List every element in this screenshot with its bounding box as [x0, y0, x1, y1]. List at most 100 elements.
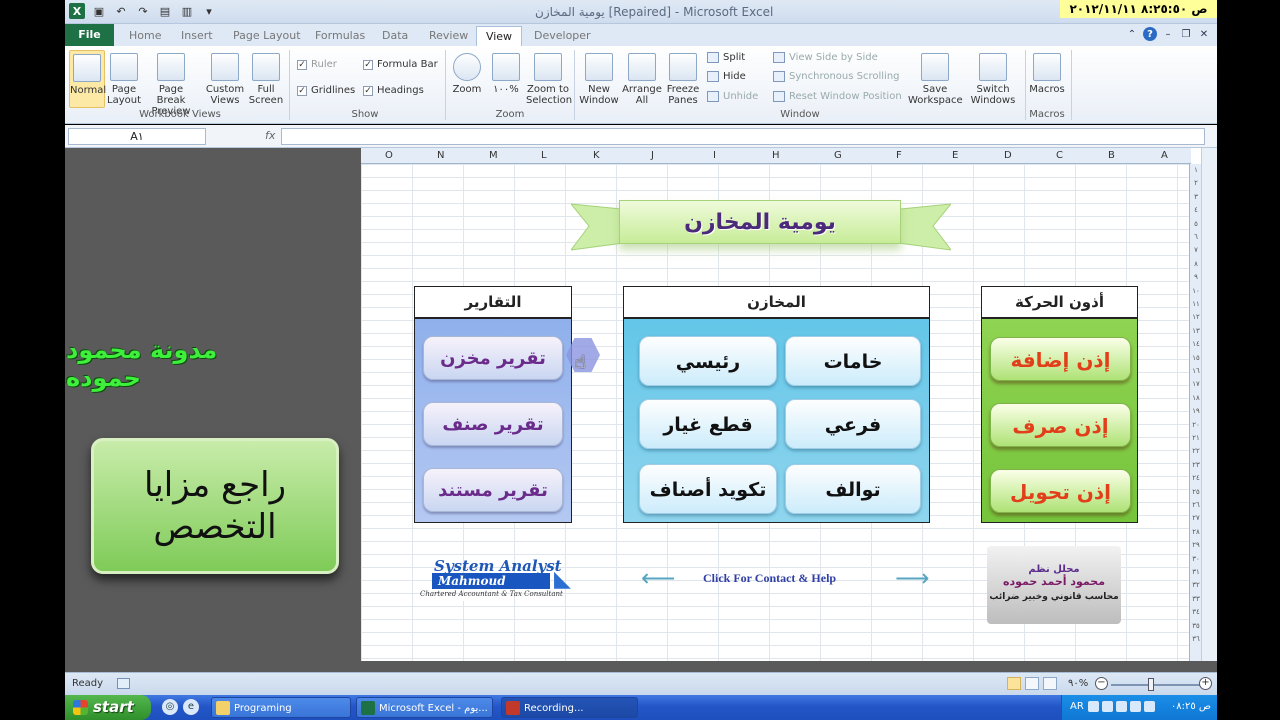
tab-developer[interactable]: Developer	[528, 26, 597, 46]
fx-icon[interactable]: fx	[265, 129, 275, 142]
quicklaunch-browser-icon[interactable]: e	[183, 699, 199, 715]
printer-icon[interactable]	[1130, 701, 1141, 712]
tab-review[interactable]: Review	[423, 26, 474, 46]
window-restore-icon[interactable]: ❐	[1179, 27, 1193, 41]
tab-formulas[interactable]: Formulas	[309, 26, 371, 46]
addition-permit-button[interactable]: إذن إضافة	[990, 337, 1131, 381]
hide-button[interactable]: Hide	[707, 71, 746, 82]
save-icon[interactable]: ▣	[91, 3, 107, 19]
taskbar-item-excel[interactable]: Microsoft Excel - يوم...	[356, 697, 493, 718]
vertical-scrollbar[interactable]	[1201, 148, 1217, 661]
excel-logo-icon[interactable]: X	[69, 3, 85, 19]
zoom-slider-thumb[interactable]	[1148, 678, 1154, 691]
page-layout-view-button[interactable]: Page Layout	[107, 53, 141, 106]
column-header[interactable]: O	[385, 150, 393, 161]
redo-icon[interactable]: ↷	[135, 3, 151, 19]
macros-button[interactable]: Macros	[1029, 53, 1065, 95]
column-header[interactable]: I	[713, 150, 716, 161]
page-break-preview-button[interactable]: Page Break Preview	[143, 53, 199, 117]
network-icon[interactable]	[1088, 701, 1099, 712]
zoom-level[interactable]: ٩٠%	[1068, 678, 1088, 689]
view-side-by-side-button[interactable]: View Side by Side	[773, 52, 878, 63]
switch-windows-button[interactable]: Switch Windows	[965, 53, 1021, 106]
security-icon[interactable]	[1116, 701, 1127, 712]
column-header[interactable]: H	[772, 150, 780, 161]
zoom-100-button[interactable]: ١٠٠%	[490, 53, 522, 95]
column-header[interactable]: A	[1161, 150, 1168, 161]
issue-permit-button[interactable]: إذن صرف	[990, 403, 1131, 447]
help-icon[interactable]: ?	[1143, 27, 1157, 41]
language-indicator[interactable]: AR	[1070, 701, 1084, 712]
taskbar-item-recording[interactable]: Recording...	[501, 697, 638, 718]
volume-icon[interactable]	[1102, 701, 1113, 712]
quick-print-icon[interactable]: ▥	[179, 3, 195, 19]
page-break-status-icon[interactable]	[1043, 677, 1057, 690]
macro-record-icon[interactable]	[117, 678, 130, 689]
tab-view[interactable]: View	[476, 26, 522, 46]
ruler-checkbox[interactable]: ✓ Ruler	[297, 59, 337, 70]
zoom-out-button[interactable]: −	[1095, 677, 1108, 690]
start-button[interactable]: start	[65, 695, 151, 720]
store-report-button[interactable]: تقرير مخزن	[423, 336, 563, 380]
reset-window-position-button[interactable]: Reset Window Position	[773, 91, 902, 102]
minimize-ribbon-icon[interactable]: ⌃	[1125, 27, 1139, 41]
tab-page-layout[interactable]: Page Layout	[227, 26, 307, 46]
window-minimize-icon[interactable]: –	[1161, 27, 1175, 41]
analyst-stamp[interactable]: محلل نظم محمود أحمد حموده محاسب قانوني و…	[987, 546, 1121, 624]
spare-parts-button[interactable]: قطع غيار	[639, 399, 777, 449]
specialization-box[interactable]: راجع مزايا التخصص	[91, 438, 339, 574]
column-header[interactable]: F	[896, 150, 902, 161]
column-header[interactable]: G	[834, 150, 842, 161]
tab-insert[interactable]: Insert	[175, 26, 219, 46]
normal-view-status-icon[interactable]	[1007, 677, 1021, 690]
zoom-to-selection-button[interactable]: Zoom to Selection	[526, 53, 572, 106]
contact-help-link[interactable]: Click For Contact & Help	[703, 571, 836, 586]
right-arrow-icon[interactable]: ⟶	[895, 564, 929, 592]
arrange-all-button[interactable]: Arrange All	[622, 53, 662, 106]
column-header[interactable]: C	[1056, 150, 1063, 161]
tab-home[interactable]: Home	[123, 26, 167, 46]
column-header[interactable]: E	[952, 150, 958, 161]
full-screen-button[interactable]: Full Screen	[248, 53, 284, 106]
undo-icon[interactable]: ↶	[113, 3, 129, 19]
transfer-permit-button[interactable]: إذن تحويل	[990, 469, 1131, 513]
print-preview-icon[interactable]: ▤	[157, 3, 173, 19]
column-header[interactable]: B	[1108, 150, 1115, 161]
formula-input[interactable]	[281, 128, 1205, 145]
zoom-slider-track[interactable]	[1111, 684, 1205, 686]
customize-qat-icon[interactable]: ▾	[201, 3, 217, 19]
tray-clock[interactable]: ص ٠٨:٢٥	[1171, 701, 1211, 712]
page-layout-status-icon[interactable]	[1025, 677, 1039, 690]
unhide-button[interactable]: Unhide	[707, 91, 758, 102]
column-header[interactable]: D	[1004, 150, 1012, 161]
item-coding-button[interactable]: تكويد أصناف	[639, 464, 777, 514]
zoom-in-button[interactable]: +	[1199, 677, 1212, 690]
tab-file[interactable]: File	[65, 24, 114, 46]
name-box[interactable]: A١	[68, 128, 206, 145]
left-arrow-icon[interactable]: ⟵	[641, 564, 675, 592]
window-close-icon[interactable]: ✕	[1197, 27, 1211, 41]
quicklaunch-app-icon[interactable]: ◎	[162, 699, 178, 715]
zoom-button[interactable]: Zoom	[451, 53, 483, 95]
column-header[interactable]: N	[437, 150, 444, 161]
synchronous-scrolling-button[interactable]: Synchronous Scrolling	[773, 71, 900, 82]
document-report-button[interactable]: تقرير مستند	[423, 468, 563, 512]
new-window-button[interactable]: New Window	[579, 53, 619, 106]
sub-store-button[interactable]: فرعي	[785, 399, 921, 449]
worksheet[interactable]: O N M L K J I H G F E D C B A ١٢٣٤٥٦٧٨٩١…	[361, 148, 1217, 661]
gridlines-checkbox[interactable]: ✓ Gridlines	[297, 85, 355, 96]
custom-views-button[interactable]: Custom Views	[205, 53, 245, 106]
column-header[interactable]: L	[541, 150, 547, 161]
split-button[interactable]: Split	[707, 52, 745, 63]
save-workspace-button[interactable]: Save Workspace	[908, 53, 963, 106]
formula-bar-checkbox[interactable]: ✓ Formula Bar	[363, 59, 438, 70]
column-header[interactable]: K	[593, 150, 600, 161]
normal-view-button[interactable]: Normal	[69, 50, 106, 108]
tab-data[interactable]: Data	[376, 26, 414, 46]
main-store-button[interactable]: رئيسي	[639, 336, 777, 386]
column-header[interactable]: J	[651, 150, 654, 161]
headings-checkbox[interactable]: ✓ Headings	[363, 85, 424, 96]
freeze-panes-button[interactable]: Freeze Panes	[663, 53, 703, 106]
system-analyst-logo[interactable]: System Analyst Mahmoud Hamouda Chartered…	[416, 557, 606, 604]
raw-materials-button[interactable]: خامات	[785, 336, 921, 386]
